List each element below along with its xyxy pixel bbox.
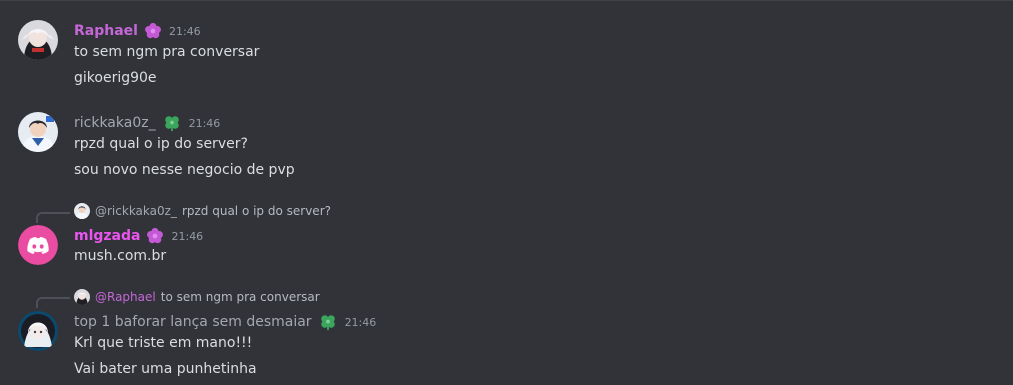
message-text: to sem ngm pra conversar: [74, 44, 260, 60]
timestamp: 21:46: [168, 24, 201, 38]
message-text: sou novo nesse negocio de pvp: [74, 162, 295, 178]
clover-badge-icon[interactable]: [319, 313, 337, 331]
reply-connector: [36, 297, 70, 308]
message-text: mush.com.br: [74, 248, 167, 264]
timestamp: 21:46: [188, 116, 221, 130]
username-mlgzada[interactable]: mlgzada: [74, 228, 140, 244]
reply-connector: [36, 212, 70, 223]
discord-logo-icon: [27, 237, 49, 254]
username-raphael[interactable]: Raphael: [74, 23, 138, 39]
flower-badge-icon[interactable]: [146, 227, 164, 245]
reply-text[interactable]: rpzd qual o ip do server?: [182, 204, 331, 218]
reply-mention[interactable]: @Raphael: [95, 290, 156, 304]
timestamp: 21:46: [344, 315, 377, 329]
message-text: rpzd qual o ip do server?: [74, 136, 248, 152]
message-text: Vai bater uma punhetinha: [74, 361, 257, 377]
message-text: gikoerig90e: [74, 70, 157, 86]
avatar-raphael[interactable]: [18, 20, 58, 60]
reply-text[interactable]: to sem ngm pra conversar: [161, 290, 320, 304]
chat-message-list: Raphael 21:46 to sem ngm pra conversar g…: [0, 0, 1013, 385]
reply-avatar-rickkaka0z: [74, 203, 90, 219]
clover-badge-icon[interactable]: [163, 114, 181, 132]
avatar-rickkaka0z[interactable]: [18, 112, 58, 152]
reply-mention[interactable]: @rickkaka0z_: [95, 204, 177, 218]
flower-badge-icon[interactable]: [144, 22, 162, 40]
avatar-mlgzada[interactable]: [18, 225, 58, 265]
avatar-top1[interactable]: [18, 311, 58, 351]
username-rickkaka0z[interactable]: rickkaka0z_: [74, 115, 156, 131]
timestamp: 21:46: [171, 229, 204, 243]
reply-preview[interactable]: @Raphael to sem ngm pra conversar: [74, 289, 320, 305]
message-text: Krl que triste em mano!!!: [74, 335, 253, 351]
username-top1[interactable]: top 1 baforar lança sem desmaiar: [74, 314, 312, 330]
reply-avatar-raphael: [74, 289, 90, 305]
reply-preview[interactable]: @rickkaka0z_ rpzd qual o ip do server?: [74, 203, 331, 219]
divider: [0, 0, 1013, 1]
